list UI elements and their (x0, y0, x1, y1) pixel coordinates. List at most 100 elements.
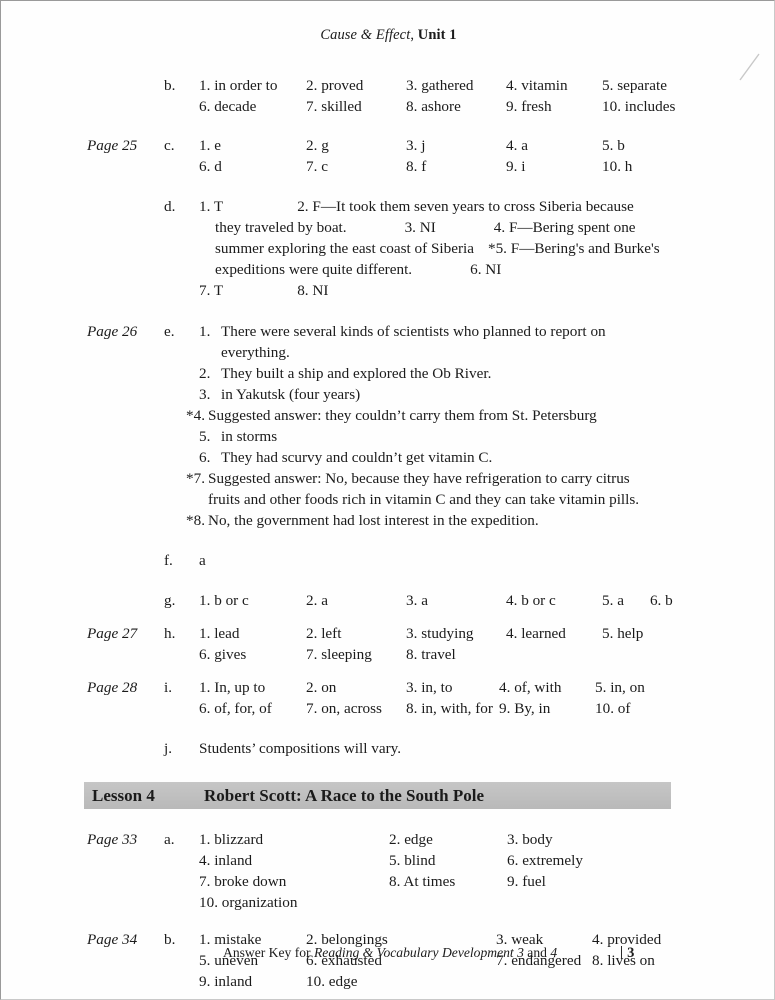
answer-item: 7. sleeping (306, 646, 372, 663)
section-letter-i: i. (164, 679, 173, 696)
answer-row: 1. blizzard 2. edge 3. body (199, 829, 774, 850)
answer-item: *5. F—Bering's and Burke's (487, 240, 660, 257)
section-letter-g: g. (164, 592, 176, 609)
answer-section-h: Page 27 h. 1. lead 2. left 3. studying 4… (1, 623, 774, 665)
list-text-continued: everything. (221, 344, 290, 361)
answer-line: summer exploring the east coast of Siber… (199, 238, 699, 259)
list-marker: *8. (186, 512, 205, 529)
list-marker: 1. (199, 323, 211, 340)
answer-row: 6. of, for, of 7. on, across 8. in, with… (199, 698, 774, 719)
lesson-title: Robert Scott: A Race to the South Pole (204, 785, 484, 805)
answer-item: 3. body (507, 831, 553, 848)
list-text-continued: fruits and other foods rich in vitamin C… (208, 491, 640, 508)
answer-item: 4. vitamin (506, 77, 568, 94)
answer-item: Students’ compositions will vary. (199, 740, 402, 757)
section-letter-d: d. (164, 198, 176, 215)
answer-item: 1. in order to (199, 77, 278, 94)
answer-item: 6. decade (199, 98, 257, 115)
answer-item: 10. includes (602, 98, 676, 115)
answer-item: 5. b (602, 137, 625, 154)
list-item: 6. They had scurvy and couldn’t get vita… (199, 447, 669, 468)
answer-item: 10. edge (306, 973, 358, 990)
answer-item: 2. proved (306, 77, 364, 94)
section-letter-c: c. (164, 137, 175, 154)
section-letter-f: f. (164, 552, 173, 569)
answer-item: 7. skilled (306, 98, 362, 115)
list-marker: 6. (199, 449, 211, 466)
answer-item: 3. in, to (406, 679, 453, 696)
answer-item: 4. a (506, 137, 528, 154)
answer-item: 10. h (602, 158, 633, 175)
list-marker: *7. (186, 470, 205, 487)
answer-item: 5. help (602, 625, 644, 642)
page-footer: Answer Key for Reading & Vocabulary Deve… (1, 945, 774, 962)
footer-prefix: Answer Key for (223, 945, 314, 960)
lesson-number: Lesson 4 (92, 785, 155, 805)
list-item: 5. in storms (199, 426, 669, 447)
answer-item: 1. lead (199, 625, 240, 642)
answer-row: 7. broke down 8. At times 9. fuel (199, 871, 774, 892)
answer-section-e: Page 26 e. 1. There were several kinds o… (1, 321, 774, 531)
section-letter-b: b. (164, 77, 176, 94)
page-label: Page 28 (87, 679, 138, 696)
answer-item: 4. F—Bering spent one (493, 219, 636, 236)
answer-item: 9. By, in (499, 700, 551, 717)
answer-item: 2. F—It took them seven years to cross S… (297, 198, 634, 215)
answer-item: 9. fresh (506, 98, 552, 115)
list-text: Suggested answer: they couldn’t carry th… (208, 407, 597, 424)
section-letter-j: j. (164, 740, 173, 757)
answer-item: 4. b or c (506, 592, 556, 609)
answer-item: 6. of, for, of (199, 700, 272, 717)
answer-row: Students’ compositions will vary. (199, 738, 774, 759)
list-marker: *4. (186, 407, 205, 424)
section-letter-e: e. (164, 323, 175, 340)
answer-item: 1. b or c (199, 592, 249, 609)
answer-item: 8. At times (389, 873, 456, 890)
answer-item: a (199, 552, 206, 569)
lesson-banner: Lesson 4 Robert Scott: A Race to the Sou… (84, 782, 671, 809)
answer-row: 1. in order to 2. proved 3. gathered 4. … (199, 75, 774, 96)
list-marker: 5. (199, 428, 211, 445)
answer-item: 1. T (199, 198, 224, 215)
answer-section-f: f. a (1, 550, 774, 571)
list-text: Suggested answer: No, because they have … (208, 470, 630, 487)
answer-item: 6. b (649, 592, 673, 609)
list-item: 2. They built a ship and explored the Ob… (199, 363, 669, 384)
answer-section-b: b. 1. in order to 2. proved 3. gathered … (1, 75, 774, 117)
answer-item: 7. broke down (199, 873, 287, 890)
answer-row: 1. e 2. g 3. j 4. a 5. b (199, 135, 774, 156)
list-text: in Yakutsk (four years) (221, 386, 361, 403)
list-text: No, the government had lost interest in … (208, 512, 539, 529)
list-item: *4. Suggested answer: they couldn’t carr… (186, 405, 669, 426)
answer-row: 10. organization (199, 892, 774, 913)
document-body: b. 1. in order to 2. proved 3. gathered … (1, 75, 774, 999)
answer-item: 3. gathered (406, 77, 474, 94)
list-text: in storms (221, 428, 278, 445)
answer-item: 2. left (306, 625, 342, 642)
answer-item: 3. studying (406, 625, 474, 642)
answer-item: 5. a (602, 592, 624, 609)
answer-item: 1. In, up to (199, 679, 266, 696)
list-marker: 3. (199, 386, 211, 403)
answer-item: 8. f (406, 158, 427, 175)
answer-item: 8. ashore (406, 98, 461, 115)
document-page: Cause & Effect, Unit 1 b. 1. in order to… (0, 0, 775, 1000)
answer-item: 10. organization (199, 894, 298, 911)
list-marker: 2. (199, 365, 211, 382)
answer-item: 2. on (306, 679, 337, 696)
answer-item: 5. in, on (595, 679, 645, 696)
answer-line: they traveled by boat. 3. NI 4. F—Bering s… (199, 217, 699, 238)
running-head: Cause & Effect, Unit 1 (1, 27, 774, 44)
running-head-unit: Unit 1 (417, 27, 457, 43)
answer-row: 1. lead 2. left 3. studying 4. learned 5… (199, 623, 774, 644)
footer-book-title: Reading & Vocabulary Development 3 (313, 945, 524, 960)
answer-row: 9. inland 10. edge (199, 971, 774, 992)
answer-item: 5. blind (389, 852, 436, 869)
answer-row: a (199, 550, 774, 571)
list-item: 1. There were several kinds of scientist… (199, 321, 669, 363)
answer-item: 6. d (199, 158, 222, 175)
answer-item: 8. in, with, for (406, 700, 493, 717)
answer-row: 4. inland 5. blind 6. extremely (199, 850, 774, 871)
answer-item: 4. of, with (499, 679, 562, 696)
answer-item: they traveled by boat. (215, 219, 347, 236)
